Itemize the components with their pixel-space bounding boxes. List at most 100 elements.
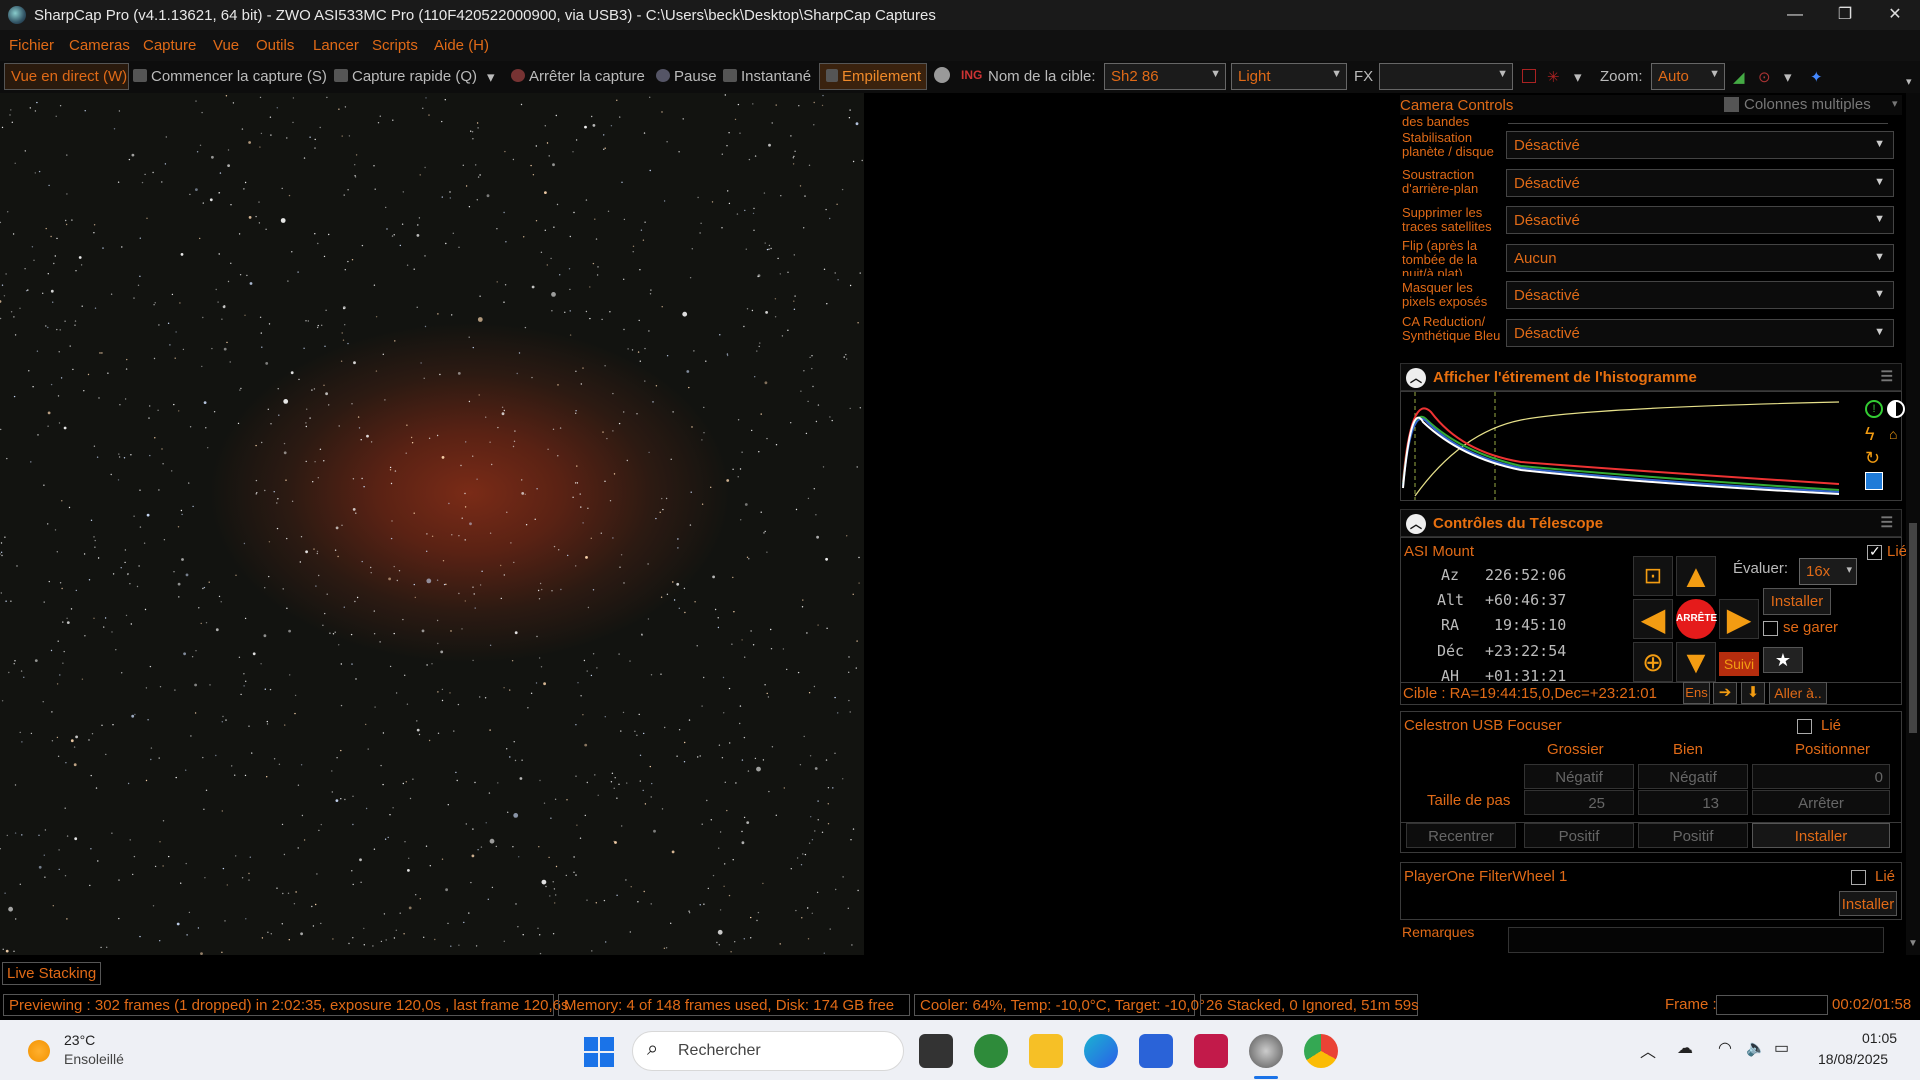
close-button[interactable]: ✕ (1872, 0, 1918, 30)
panel-scrollbar[interactable]: ▼ (1906, 93, 1920, 955)
star-icon[interactable]: ★ (1763, 647, 1803, 673)
flip-select[interactable]: Aucun ▼ (1506, 244, 1894, 272)
stop-capture-button[interactable]: Arrêter la capture (511, 68, 645, 85)
menu-fichier[interactable]: Fichier (9, 37, 54, 54)
app-icon[interactable] (1194, 1034, 1228, 1068)
focuser-stop-button[interactable]: Arrêter (1752, 790, 1890, 815)
filterwheel-linked-checkbox[interactable] (1851, 870, 1866, 885)
arrow-right-button[interactable]: ▶ (1719, 599, 1759, 639)
center-target-icon[interactable]: ⊕ (1633, 642, 1673, 682)
toolbar-overflow[interactable]: ▾ (1906, 75, 1912, 88)
coarse-step-input[interactable]: 25 (1524, 790, 1634, 815)
ca-reduction-select[interactable]: Désactivé ▼ (1506, 319, 1894, 347)
scrollbar-thumb[interactable] (1909, 523, 1917, 733)
menu-cameras[interactable]: Cameras (69, 37, 130, 54)
collapse-icon[interactable]: ︿ (1406, 514, 1426, 534)
task-view-icon[interactable] (919, 1034, 953, 1068)
focus-dropdown[interactable]: ▾ (1784, 68, 1792, 86)
windows-start-icon[interactable] (584, 1037, 614, 1067)
spiral-search-icon[interactable]: ⊡ (1633, 556, 1673, 596)
lock-icon[interactable]: ⌂ (1889, 426, 1897, 442)
fine-step-input[interactable]: 13 (1638, 790, 1748, 815)
crosshair-dropdown[interactable]: ▾ (1574, 68, 1582, 86)
contrast-icon[interactable] (1887, 400, 1905, 418)
rate-select[interactable]: 16x ▾ (1799, 558, 1857, 585)
fine-positive-button[interactable]: Positif (1638, 823, 1748, 848)
quick-capture-dropdown[interactable]: ▾ (487, 68, 495, 86)
arrow-down-button[interactable]: ▼ (1676, 642, 1716, 682)
filterwheel-install-button[interactable]: Installer (1839, 891, 1897, 916)
focuser-linked-checkbox[interactable] (1797, 719, 1812, 734)
ens-button[interactable]: Ens (1683, 682, 1710, 704)
chrome-icon[interactable] (1304, 1034, 1338, 1068)
maximize-button[interactable]: ❐ (1822, 0, 1868, 30)
lightning-icon[interactable]: ϟ (1865, 424, 1875, 445)
stacking-button[interactable]: Empilement (819, 63, 927, 90)
hamburger-icon[interactable]: ☰ (1880, 514, 1893, 531)
phd2-icon[interactable] (974, 1034, 1008, 1068)
polar-align-icon[interactable]: ✦ (1810, 68, 1823, 86)
scroll-down-icon[interactable]: ▼ (1908, 938, 1918, 949)
store-icon[interactable] (1139, 1034, 1173, 1068)
coarse-negative-button[interactable]: Négatif (1524, 764, 1634, 789)
quick-capture-button[interactable]: Capture rapide (Q) (334, 68, 477, 85)
wifi-icon[interactable]: ◠ (1718, 1038, 1732, 1058)
notes-input[interactable] (1508, 927, 1884, 953)
background-subtraction-select[interactable]: Désactivé ▼ (1506, 169, 1894, 197)
cloud-off-icon[interactable]: ☁ (1677, 1038, 1693, 1058)
stop-mount-button[interactable]: ARRÊTE (1676, 599, 1717, 639)
sun-icon[interactable] (28, 1040, 50, 1062)
record-target-icon[interactable]: ING (961, 68, 982, 82)
sky-image[interactable] (0, 93, 864, 955)
menu-outils[interactable]: Outils (256, 37, 294, 54)
tracking-button[interactable]: Suivi (1719, 652, 1759, 676)
recenter-button[interactable]: Recentrer (1406, 823, 1516, 848)
pause-button[interactable]: Pause (656, 68, 717, 85)
minimize-button[interactable]: — (1772, 0, 1818, 30)
mount-linked-checkbox[interactable] (1867, 543, 1882, 560)
frame-type-select[interactable]: Light ▼ (1231, 63, 1347, 90)
multi-columns-checkbox[interactable] (1724, 97, 1739, 112)
save-icon[interactable] (1865, 472, 1883, 490)
focus-icon[interactable]: ⊙ (1758, 68, 1771, 86)
arrow-up-button[interactable]: ▲ (1676, 556, 1716, 596)
mount-install-button[interactable]: Installer (1763, 588, 1831, 615)
hamburger-icon[interactable]: ☰ (1880, 368, 1893, 385)
live-view-button[interactable]: Vue en direct (W) (4, 63, 129, 90)
zoom-select[interactable]: Auto ▼ (1651, 63, 1725, 90)
position-input[interactable]: 0 (1752, 764, 1890, 789)
arrow-down-icon[interactable]: ⬇ (1741, 682, 1765, 704)
target-name-select[interactable]: Sh2 86 ▼ (1104, 63, 1226, 90)
telescope-header[interactable]: ︿ Contrôles du Télescope ☰ (1400, 509, 1902, 537)
panel-dropdown[interactable]: ▾ (1892, 97, 1898, 110)
menu-capture[interactable]: Capture (143, 37, 196, 54)
clock-time[interactable]: 01:05 (1862, 1030, 1897, 1046)
stabilisation-select[interactable]: Désactivé ▼ (1506, 131, 1894, 159)
menu-aide[interactable]: Aide (H) (434, 37, 489, 54)
moon-icon[interactable] (934, 67, 950, 83)
arrow-right-icon[interactable]: ➔ (1713, 682, 1737, 704)
snapshot-button[interactable]: Instantané (723, 68, 811, 85)
fx-select[interactable]: ▼ (1379, 63, 1513, 90)
park-checkbox[interactable] (1763, 621, 1778, 636)
coarse-positive-button[interactable]: Positif (1524, 823, 1634, 848)
search-box[interactable]: ⌕ Rechercher (632, 1031, 904, 1071)
edge-icon[interactable] (1084, 1034, 1118, 1068)
histogram-header[interactable]: ︿ Afficher l'étirement de l'histogramme … (1400, 363, 1902, 391)
menu-vue[interactable]: Vue (213, 37, 239, 54)
fine-negative-button[interactable]: Négatif (1638, 764, 1748, 789)
collapse-icon[interactable]: ︿ (1406, 368, 1426, 388)
satellite-select[interactable]: Désactivé ▼ (1506, 206, 1894, 234)
menu-lancer[interactable]: Lancer (313, 37, 359, 54)
mask-pixels-select[interactable]: Désactivé ▼ (1506, 281, 1894, 309)
histogram-icon[interactable]: ◢ (1733, 68, 1745, 86)
arrow-left-button[interactable]: ◀ (1633, 599, 1673, 639)
clock-date[interactable]: 18/08/2025 (1818, 1051, 1888, 1067)
volume-icon[interactable]: 🔈 (1746, 1038, 1766, 1058)
chevron-up-icon[interactable]: ︿ (1640, 1038, 1656, 1062)
start-capture-button[interactable]: Commencer la capture (S) (133, 68, 327, 85)
focuser-install-button[interactable]: Installer (1752, 823, 1890, 848)
goto-button[interactable]: Aller à.. (1769, 682, 1827, 704)
slider-track[interactable] (1508, 123, 1888, 124)
histogram-panel[interactable]: ! ϟ ⌂ ↻ (1400, 391, 1905, 501)
